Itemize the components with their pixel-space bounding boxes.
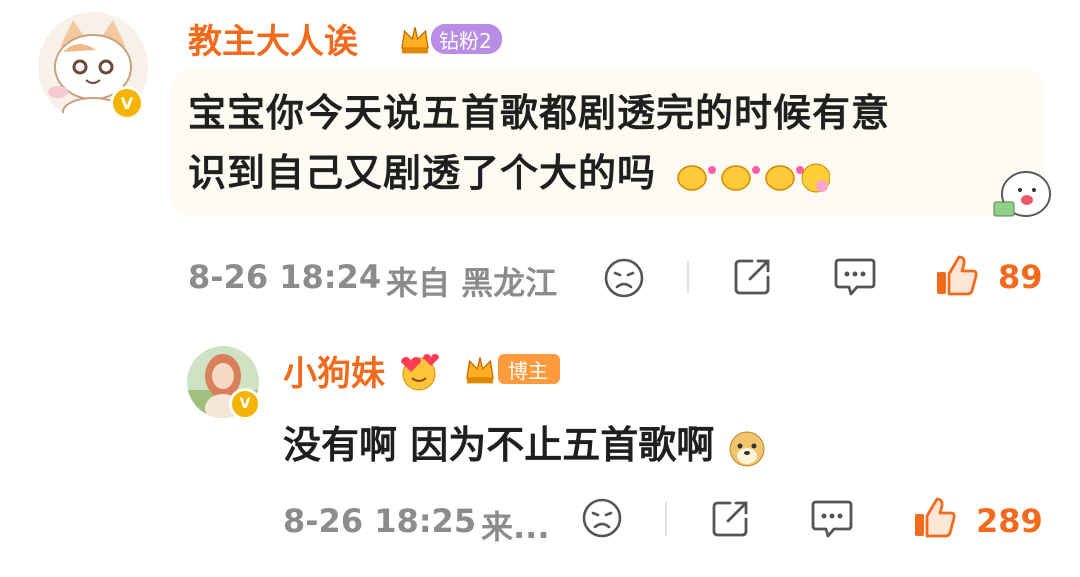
fan-badge[interactable]: 钻粉2 bbox=[395, 22, 502, 56]
comment-like-count: 89 bbox=[998, 258, 1043, 296]
verified-icon: V bbox=[229, 388, 261, 420]
dancing-dog-emoji-icon bbox=[677, 163, 831, 192]
reply-username-text: 小狗妹 bbox=[283, 354, 385, 394]
share-icon[interactable] bbox=[710, 497, 752, 539]
comment-text-line2-content: 识到自己又剧透了个大的吗 bbox=[188, 151, 657, 195]
reply-location: 来... bbox=[481, 508, 550, 546]
comment-username[interactable]: 教主大人诶 bbox=[188, 14, 358, 63]
share-icon[interactable] bbox=[732, 255, 774, 297]
verified-icon: V bbox=[110, 86, 144, 120]
action-divider bbox=[687, 260, 689, 294]
crown-icon bbox=[466, 357, 494, 384]
comment-text-line2: 识到自己又剧透了个大的吗 bbox=[188, 142, 831, 198]
action-divider bbox=[665, 502, 667, 536]
comment-date: 8-26 18:24 bbox=[188, 258, 382, 296]
dislike-icon[interactable] bbox=[581, 497, 623, 539]
blogger-badge[interactable]: 博主 bbox=[458, 352, 560, 386]
comment-icon[interactable] bbox=[833, 256, 877, 298]
dislike-icon[interactable] bbox=[603, 257, 645, 299]
heart-eyes-emoji-icon bbox=[400, 353, 439, 390]
comment-text-line1: 宝宝你今天说五首歌都剧透完的时候有意 bbox=[188, 91, 891, 135]
reply-text-content: 没有啊 因为不止五首歌啊 bbox=[283, 423, 715, 467]
like-icon[interactable] bbox=[935, 254, 979, 298]
reply-like-count: 289 bbox=[976, 502, 1043, 540]
crown-icon bbox=[401, 27, 429, 54]
reply-text: 没有啊 因为不止五首歌啊 bbox=[283, 414, 767, 469]
comment-icon[interactable] bbox=[810, 498, 854, 540]
reply-date: 8-26 18:25 bbox=[283, 502, 477, 540]
fan-badge-label: 钻粉2 bbox=[431, 24, 502, 54]
like-icon[interactable] bbox=[913, 496, 957, 540]
reply-username[interactable]: 小狗妹 bbox=[283, 346, 441, 395]
blogger-badge-label: 博主 bbox=[498, 354, 560, 384]
bubble-sticker-icon bbox=[993, 171, 1051, 217]
comment-location: 来自 黑龙江 bbox=[386, 264, 558, 302]
doge-emoji-icon bbox=[729, 431, 765, 466]
